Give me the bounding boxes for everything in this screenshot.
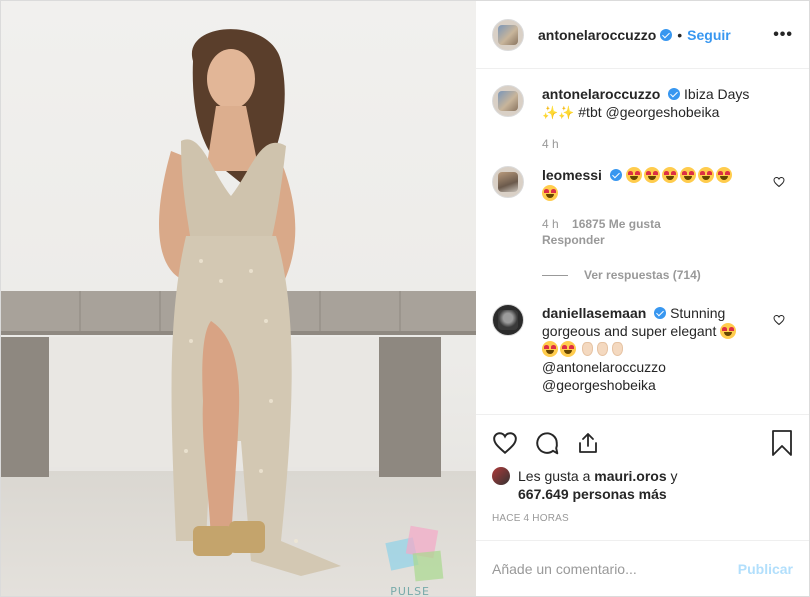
comment-text-line2: gorgeous and super elegant	[542, 323, 717, 339]
likes-count[interactable]: 667.649 personas más	[518, 486, 667, 502]
add-comment-bar: Publicar	[476, 540, 809, 596]
view-replies[interactable]: Ver respuestas (714)	[542, 268, 793, 282]
post-timestamp[interactable]: HACE 4 HORAS	[492, 513, 793, 524]
post-photo[interactable]: PULSE	[1, 1, 476, 596]
verified-badge-icon	[654, 307, 667, 319]
instagram-post: PULSE antonelaroccuzzo • Seguir ••• anto…	[0, 0, 810, 597]
author-username[interactable]: antonelaroccuzzo	[538, 27, 656, 43]
comment-time[interactable]: 4 h	[542, 217, 559, 231]
post-header: antonelaroccuzzo • Seguir •••	[476, 1, 809, 69]
share-icon[interactable]	[576, 430, 600, 456]
photo-bench-leg-right	[379, 337, 441, 477]
caption: antonelaroccuzzo Ibiza Days ✨✨ #tbt @geo…	[492, 85, 793, 152]
heart-eyes-emoji-icon	[720, 323, 738, 339]
reply-button[interactable]: Responder	[542, 233, 605, 247]
action-icons	[492, 427, 793, 459]
comment-icon[interactable]	[534, 430, 560, 456]
header-separator: •	[677, 26, 683, 43]
like-comment-heart-icon[interactable]	[773, 314, 785, 326]
verified-badge-icon	[609, 169, 622, 181]
caption-avatar[interactable]	[492, 85, 524, 117]
comment-mention[interactable]: @georgeshobeika	[542, 377, 656, 393]
heart-eyes-emoji-icon	[542, 341, 578, 357]
replies-line	[542, 274, 568, 276]
comment: leomessi 4 h 16875 Me gusta Responder	[492, 166, 793, 248]
comment-likes[interactable]: 16875 Me gusta	[572, 217, 661, 231]
more-options-icon[interactable]: •••	[773, 26, 793, 44]
pulse-watermark-logo	[385, 525, 444, 582]
heart-icon[interactable]	[492, 430, 518, 456]
likes-conj: y	[670, 468, 678, 484]
publish-button[interactable]: Publicar	[738, 561, 793, 577]
heart-eyes-emoji-icon	[542, 185, 560, 201]
clapping-hands-emoji-icon	[581, 341, 627, 357]
photo-bench-leg-left	[1, 337, 49, 477]
comment-avatar[interactable]	[492, 304, 524, 336]
comment-username[interactable]: daniellasemaan	[542, 305, 646, 321]
likes-summary: Les gusta a mauri.oros y 667.649 persona…	[492, 467, 793, 503]
liker-username[interactable]: mauri.oros	[594, 468, 666, 484]
view-replies-label[interactable]: Ver respuestas (714)	[584, 268, 701, 282]
post-actions: Les gusta a mauri.oros y 667.649 persona…	[476, 414, 809, 524]
caption-text-line2: #tbt @georgeshobeika	[578, 104, 720, 120]
comment-mention[interactable]: @antonelaroccuzzo	[542, 359, 666, 375]
heart-eyes-emoji-icon	[625, 167, 734, 183]
comment-avatar[interactable]	[492, 166, 524, 198]
comment-input[interactable]	[492, 560, 738, 577]
sparkles-emoji-icon: ✨✨	[542, 105, 575, 120]
caption-text-line1: Ibiza Days	[684, 86, 750, 102]
comment: daniellasemaan Stunning gorgeous and sup…	[492, 304, 793, 394]
comment-username[interactable]: leomessi	[542, 167, 602, 183]
caption-username[interactable]: antonelaroccuzzo	[542, 86, 660, 102]
comment-text-line1: Stunning	[670, 305, 726, 321]
woman-figure	[159, 29, 341, 576]
like-comment-heart-icon[interactable]	[773, 176, 785, 188]
verified-badge-icon	[660, 28, 673, 41]
caption-meta: 4 h	[542, 136, 793, 152]
bookmark-icon[interactable]	[771, 430, 793, 456]
author-avatar[interactable]	[492, 18, 524, 51]
watermark-text: PULSE	[390, 585, 430, 596]
liker-avatar[interactable]	[492, 467, 510, 485]
follow-button[interactable]: Seguir	[687, 27, 731, 43]
post-sidebar: antonelaroccuzzo • Seguir ••• antonelaro…	[476, 1, 809, 596]
likes-prefix: Les gusta a	[518, 468, 591, 484]
comment-meta: 4 h 16875 Me gusta Responder	[542, 216, 793, 248]
comments-list[interactable]: antonelaroccuzzo Ibiza Days ✨✨ #tbt @geo…	[476, 69, 809, 414]
verified-badge-icon	[668, 88, 681, 100]
caption-time[interactable]: 4 h	[542, 137, 559, 151]
